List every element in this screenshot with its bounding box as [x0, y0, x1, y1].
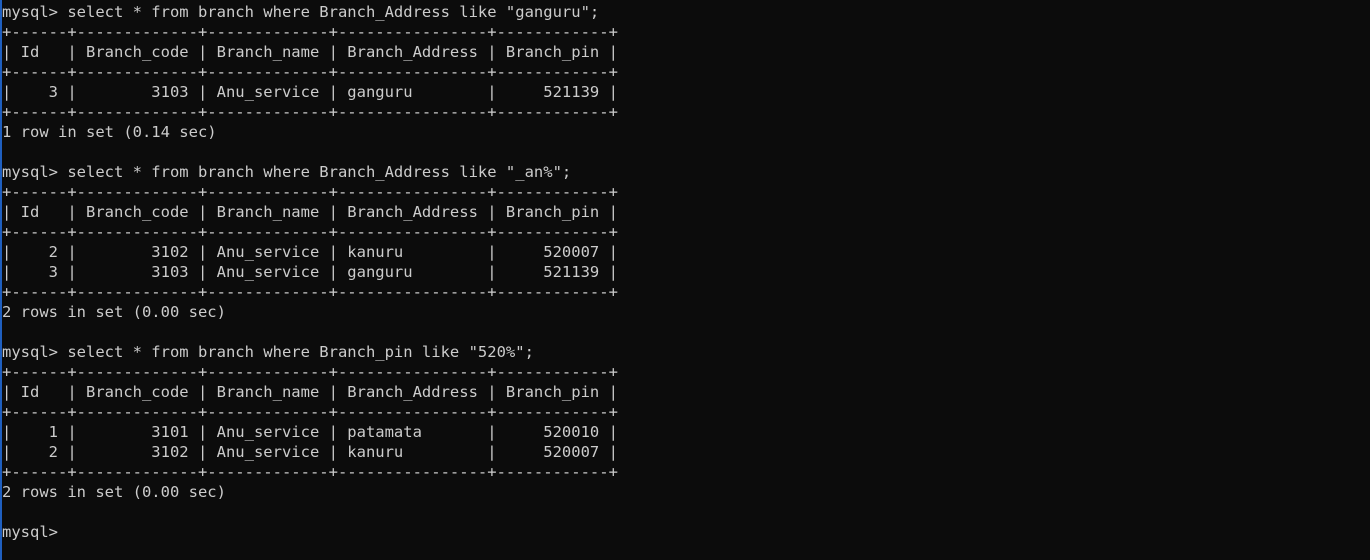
terminal-line: | 2 | 3102 | Anu_service | kanuru | 5200… — [2, 443, 618, 461]
terminal-line: 2 rows in set (0.00 sec) — [2, 303, 226, 321]
terminal-line: mysql> select * from branch where Branch… — [2, 3, 600, 21]
terminal-line: +------+-------------+-------------+----… — [2, 283, 618, 301]
terminal-line: +------+-------------+-------------+----… — [2, 463, 618, 481]
terminal-line: | 3 | 3103 | Anu_service | ganguru | 521… — [2, 83, 618, 101]
terminal-output[interactable]: mysql> select * from branch where Branch… — [2, 0, 1370, 560]
terminal-line: +------+-------------+-------------+----… — [2, 363, 618, 381]
terminal-line: | 2 | 3102 | Anu_service | kanuru | 5200… — [2, 243, 618, 261]
terminal-line: 2 rows in set (0.00 sec) — [2, 483, 226, 501]
terminal-line: +------+-------------+-------------+----… — [2, 183, 618, 201]
terminal-line: mysql> select * from branch where Branch… — [2, 343, 534, 361]
terminal-line: +------+-------------+-------------+----… — [2, 23, 618, 41]
terminal-line: | 1 | 3101 | Anu_service | patamata | 52… — [2, 423, 618, 441]
terminal-line: | Id | Branch_code | Branch_name | Branc… — [2, 383, 618, 401]
terminal-line: +------+-------------+-------------+----… — [2, 223, 618, 241]
terminal-line: +------+-------------+-------------+----… — [2, 403, 618, 421]
terminal-line: +------+-------------+-------------+----… — [2, 103, 618, 121]
terminal-line: mysql> select * from branch where Branch… — [2, 163, 572, 181]
terminal-line: +------+-------------+-------------+----… — [2, 63, 618, 81]
terminal-line: mysql> — [2, 523, 58, 541]
terminal-line: | 3 | 3103 | Anu_service | ganguru | 521… — [2, 263, 618, 281]
terminal-line: 1 row in set (0.14 sec) — [2, 123, 217, 141]
terminal-line: | Id | Branch_code | Branch_name | Branc… — [2, 203, 618, 221]
terminal-line: | Id | Branch_code | Branch_name | Branc… — [2, 43, 618, 61]
